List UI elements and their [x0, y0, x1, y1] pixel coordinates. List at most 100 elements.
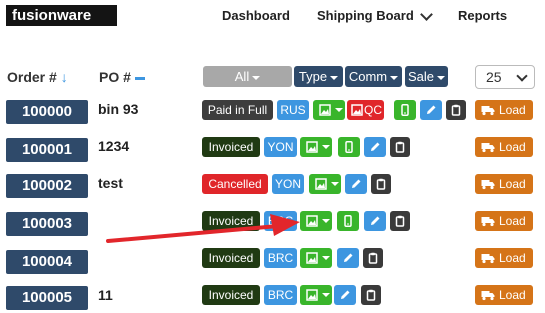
clipboard-button[interactable] [361, 285, 381, 305]
load-button[interactable]: Load [475, 285, 533, 305]
filter-all-button[interactable]: All [203, 66, 292, 87]
clipboard-icon [394, 215, 406, 227]
pencil-icon [369, 215, 381, 227]
load-label: Load [499, 140, 526, 154]
order-number-link[interactable]: 100002 [6, 174, 88, 198]
edit-button[interactable] [364, 211, 386, 231]
nav-reports[interactable]: Reports [458, 8, 507, 23]
page-size-select[interactable]: 25 [475, 65, 535, 89]
image-icon [306, 289, 318, 301]
code-badge: RUS [277, 100, 309, 120]
chevron-down-icon [516, 70, 528, 82]
load-label: Load [499, 288, 526, 302]
status-badge: Invoiced [202, 211, 260, 231]
load-button[interactable]: Load [475, 100, 533, 120]
nav-shipping-board[interactable]: Shipping Board [317, 8, 414, 23]
status-badge: Invoiced [202, 285, 260, 305]
image-icon [351, 104, 363, 116]
phone-icon [399, 104, 411, 116]
order-number-link[interactable]: 100005 [6, 286, 88, 310]
pencil-icon [342, 252, 354, 264]
code-badge: BRC [264, 211, 297, 231]
status-badge: Invoiced [202, 248, 260, 268]
phone-button[interactable] [394, 100, 416, 120]
load-label: Load [499, 251, 526, 265]
edit-button[interactable] [334, 285, 356, 305]
order-header-label: Order # [7, 69, 57, 85]
filter-comm-label: Comm [348, 69, 388, 84]
image-dropdown-button[interactable] [309, 174, 341, 194]
filter-type-button[interactable]: Type [294, 66, 343, 87]
phone-button[interactable] [338, 137, 360, 157]
truck-icon [481, 104, 495, 116]
filter-sale-button[interactable]: Sale [405, 66, 448, 87]
qc-label: QC [364, 103, 382, 117]
order-number-link[interactable]: 100001 [6, 138, 88, 162]
truck-icon [481, 141, 495, 153]
status-badge: Paid in Full [202, 100, 273, 120]
image-dropdown-button[interactable] [300, 137, 332, 157]
clipboard-icon [450, 104, 462, 116]
clipboard-button[interactable] [390, 211, 410, 231]
truck-icon [481, 289, 495, 301]
load-label: Load [499, 177, 526, 191]
load-button[interactable]: Load [475, 137, 533, 157]
edit-button[interactable] [345, 174, 367, 194]
load-label: Load [499, 214, 526, 228]
order-number-link[interactable]: 100000 [6, 100, 88, 124]
status-badge: Invoiced [202, 137, 260, 157]
image-dropdown-button[interactable] [300, 285, 332, 305]
clipboard-button[interactable] [390, 137, 410, 157]
image-icon [306, 141, 318, 153]
sort-down-icon[interactable]: ↓ [61, 69, 68, 85]
clipboard-button[interactable] [363, 248, 383, 268]
load-label: Load [499, 103, 526, 117]
load-button[interactable]: Load [475, 174, 533, 194]
nav-dashboard[interactable]: Dashboard [222, 8, 290, 23]
order-number-link[interactable]: 100003 [6, 212, 88, 236]
caret-down-icon [322, 256, 330, 260]
clipboard-button[interactable] [446, 100, 466, 120]
clipboard-icon [365, 289, 377, 301]
clipboard-button[interactable] [371, 174, 391, 194]
pencil-icon [339, 289, 351, 301]
chevron-down-icon[interactable] [420, 8, 433, 21]
caret-down-icon [331, 182, 339, 186]
po-header-label: PO # [99, 69, 131, 85]
image-icon [315, 178, 327, 190]
edit-button[interactable] [364, 137, 386, 157]
edit-button[interactable] [337, 248, 359, 268]
order-column-header[interactable]: Order # ↓ [7, 69, 68, 85]
caret-down-icon [252, 75, 261, 80]
top-nav: fusionware Dashboard Shipping Board Repo… [0, 0, 545, 33]
clipboard-icon [367, 252, 379, 264]
load-button[interactable]: Load [475, 248, 533, 268]
image-icon [319, 104, 331, 116]
po-number: bin 93 [98, 101, 139, 117]
load-button[interactable]: Load [475, 211, 533, 231]
code-badge: BRC [264, 285, 297, 305]
po-column-header[interactable]: PO # [99, 69, 145, 85]
code-badge: YON [264, 137, 297, 157]
caret-down-icon [330, 75, 339, 80]
edit-button[interactable] [420, 100, 442, 120]
qc-button[interactable]: QC [347, 100, 384, 120]
caret-down-icon [437, 75, 446, 80]
filter-type-label: Type [298, 69, 328, 84]
pencil-icon [425, 104, 437, 116]
phone-button[interactable] [337, 211, 359, 231]
order-number-link[interactable]: 100004 [6, 250, 88, 274]
phone-icon [342, 215, 354, 227]
logo[interactable]: fusionware [6, 5, 117, 26]
filter-comm-button[interactable]: Comm [345, 66, 402, 87]
image-icon [306, 215, 318, 227]
phone-icon [343, 141, 355, 153]
minus-icon[interactable] [134, 76, 145, 80]
caret-down-icon [335, 108, 343, 112]
po-number: 11 [98, 287, 113, 303]
truck-icon [481, 252, 495, 264]
image-dropdown-button[interactable] [300, 211, 332, 231]
image-dropdown-button[interactable] [313, 100, 345, 120]
image-dropdown-button[interactable] [300, 248, 332, 268]
status-badge: Cancelled [202, 174, 268, 194]
